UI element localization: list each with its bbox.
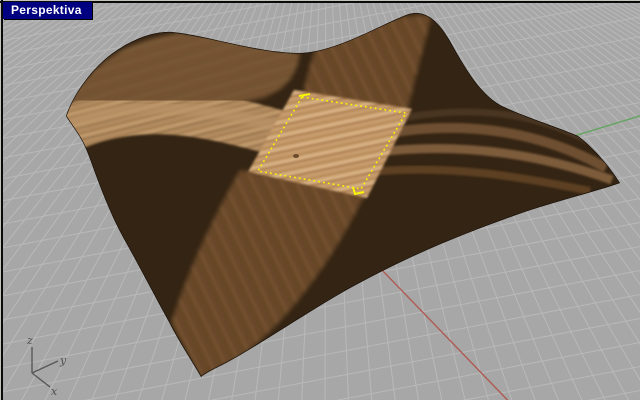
viewport-border-top: [0, 1, 640, 3]
perspective-viewport[interactable]: z y x Perspektiva: [0, 0, 640, 400]
gnomon-x-label: x: [51, 385, 58, 398]
gnomon-z-label: z: [26, 334, 33, 347]
viewport-border-left: [1, 0, 3, 400]
gnomon-y-label: y: [59, 354, 67, 367]
viewport-canvas[interactable]: z y x: [0, 0, 640, 400]
viewport-title[interactable]: Perspektiva: [3, 2, 92, 19]
decal-knot: [293, 154, 299, 158]
